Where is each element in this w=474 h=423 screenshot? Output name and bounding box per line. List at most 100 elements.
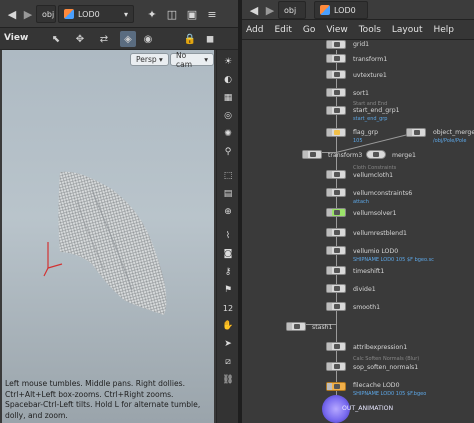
- network-menu-bar: Add Edit Go View Tools Layout Help: [242, 20, 474, 40]
- viewer-pane: ◀ ▶ obj LOD0 ▾ ✦ ◫ ▣ ≡ View ⬉ ✥ ⇄ ◈ ◉ 🔒 …: [0, 0, 238, 423]
- wire-icon[interactable]: ⌇: [220, 228, 236, 244]
- menu-help[interactable]: Help: [434, 25, 455, 35]
- light-icon[interactable]: ☀: [220, 54, 236, 70]
- camera-menu[interactable]: Persp ▾: [130, 53, 169, 66]
- display-icon[interactable]: ▦: [220, 90, 236, 106]
- split-pane-icon[interactable]: ◫: [164, 6, 180, 22]
- scene-icon[interactable]: ⬚: [220, 168, 236, 184]
- camera-icon[interactable]: ◉: [140, 31, 156, 47]
- geometry-icon: [320, 5, 330, 15]
- camera-menu-label: Persp: [136, 55, 157, 64]
- node-label: sop_soften_normals1: [353, 364, 419, 371]
- back-arrow-icon[interactable]: ◀: [246, 2, 262, 18]
- node-label: merge1: [392, 152, 416, 159]
- geometry-icon: [64, 9, 74, 19]
- network-canvas[interactable]: grid1 transform1 uvtexture1 sort1 Start …: [242, 40, 474, 423]
- node-subtext: SHIPNAME LOD0 105 $F.bgeo: [353, 391, 427, 397]
- node-transform1[interactable]: [326, 54, 346, 63]
- options-icon[interactable]: ◼: [202, 31, 218, 47]
- node-vellumsolver1[interactable]: [326, 208, 346, 217]
- visibility-icon[interactable]: ◎: [220, 108, 236, 124]
- node-vellumio-lod0[interactable]: [326, 246, 346, 255]
- node-comment: Cloth Constraints: [353, 165, 397, 171]
- back-arrow-icon[interactable]: ◀: [4, 6, 20, 22]
- node-start-end-grp1[interactable]: [326, 106, 346, 115]
- node-vellumconstraints6[interactable]: [326, 188, 346, 197]
- node-uvtexture1[interactable]: [326, 70, 346, 79]
- flag-icon[interactable]: ⚑: [220, 282, 236, 298]
- viewer-toolbar: View ⬉ ✥ ⇄ ◈ ◉ 🔒 ◼: [0, 28, 238, 50]
- path-node-chip[interactable]: LOD0 ▾: [58, 5, 134, 23]
- path-node-label: LOD0: [78, 9, 100, 19]
- menu-icon[interactable]: ≡: [204, 6, 220, 22]
- node-label: flag_grp: [353, 129, 379, 136]
- cloth-geometry: [43, 171, 167, 315]
- node-label: vellumcloth1: [353, 172, 394, 179]
- node-subtext: start_end_grp: [353, 116, 388, 122]
- ruler-icon[interactable]: ⧄: [220, 354, 236, 370]
- node-object-merge1[interactable]: [406, 128, 426, 137]
- node-merge1[interactable]: [366, 150, 386, 159]
- camera-icon[interactable]: ◙: [220, 246, 236, 262]
- menu-view[interactable]: View: [326, 25, 347, 35]
- node-label: filecache LOD0: [353, 382, 400, 389]
- network-node-chip[interactable]: LOD0: [314, 1, 368, 19]
- pin-icon[interactable]: ✦: [144, 6, 160, 22]
- node-divide1[interactable]: [326, 284, 346, 293]
- lock-icon[interactable]: 🔒: [182, 31, 198, 47]
- menu-go[interactable]: Go: [303, 25, 315, 35]
- snap-icon[interactable]: ◈: [120, 31, 136, 47]
- path-context-chip[interactable]: obj: [36, 5, 56, 23]
- node-label: timeshift1: [353, 268, 385, 275]
- node-timeshift1[interactable]: [326, 266, 346, 275]
- node-label: stash1: [312, 324, 333, 331]
- node-vellumcloth1[interactable]: [326, 170, 346, 179]
- number-12-icon[interactable]: 12: [220, 300, 236, 316]
- node-label: object_merge1: [433, 129, 474, 136]
- node-vellumrestblend1[interactable]: [326, 228, 346, 237]
- node-label: start_end_grp1: [353, 107, 400, 114]
- node-sort1[interactable]: [326, 88, 346, 97]
- node-smooth1[interactable]: [326, 302, 346, 311]
- key-icon[interactable]: ⚷: [220, 264, 236, 280]
- node-grid1[interactable]: [326, 40, 346, 49]
- node-sop-soften-normals1[interactable]: [326, 362, 346, 371]
- node-label: vellumrestblend1: [353, 230, 407, 237]
- handle-icon[interactable]: ⇄: [96, 31, 112, 47]
- forward-arrow-icon[interactable]: ▶: [20, 6, 36, 22]
- grid-icon[interactable]: ▤: [220, 186, 236, 202]
- node-attribexpression1[interactable]: [326, 342, 346, 351]
- scene-viewport[interactable]: Persp ▾ No cam ▾ Left mouse tumbles. Mid…: [2, 50, 214, 423]
- node-subtext: SHIPNAME LOD0 105 $F bgeo.sc: [353, 257, 434, 263]
- select-icon[interactable]: ⬉: [48, 31, 64, 47]
- node-label: vellumsolver1: [353, 210, 397, 217]
- menu-edit[interactable]: Edit: [274, 25, 291, 35]
- node-flag-grp[interactable]: [326, 128, 346, 137]
- cam-menu[interactable]: No cam ▾: [170, 51, 214, 69]
- target-icon[interactable]: ⊕: [220, 204, 236, 220]
- pointer-icon[interactable]: ➤: [220, 336, 236, 352]
- shading-icon[interactable]: ◐: [220, 72, 236, 88]
- transform-icon[interactable]: ✥: [72, 31, 88, 47]
- node-filecache-lod0[interactable]: [326, 382, 346, 391]
- network-context-chip[interactable]: obj: [278, 1, 306, 19]
- node-label: attribexpression1: [353, 344, 408, 351]
- node-transform3[interactable]: [302, 150, 322, 159]
- menu-add[interactable]: Add: [246, 25, 263, 35]
- menu-layout[interactable]: Layout: [392, 25, 423, 35]
- node-stash1[interactable]: [286, 322, 306, 331]
- forward-arrow-icon[interactable]: ▶: [262, 2, 278, 18]
- hand-icon[interactable]: ✋: [220, 318, 236, 334]
- node-label: OUT_ANIMATION: [342, 405, 394, 412]
- link-icon[interactable]: ⛓: [220, 372, 236, 388]
- viewer-side-toolbar: ☀ ◐ ▦ ◎ ✺ ⚲ ⬚ ▤ ⊕ ⌇ ◙ ⚷ ⚑ 12 ✋ ➤ ⧄ ⛓: [216, 50, 238, 423]
- node-label: transform3: [328, 152, 363, 159]
- node-label: divide1: [353, 286, 376, 293]
- bulb-icon[interactable]: ✺: [220, 126, 236, 142]
- maximize-icon[interactable]: ▣: [184, 6, 200, 22]
- menu-tools[interactable]: Tools: [359, 25, 381, 35]
- pin-icon[interactable]: ⚲: [220, 144, 236, 160]
- node-comment: Calc Soften Normals (Blur): [353, 356, 420, 362]
- network-path-bar: ◀ ▶ obj LOD0: [242, 0, 474, 20]
- node-label: smooth1: [353, 304, 381, 311]
